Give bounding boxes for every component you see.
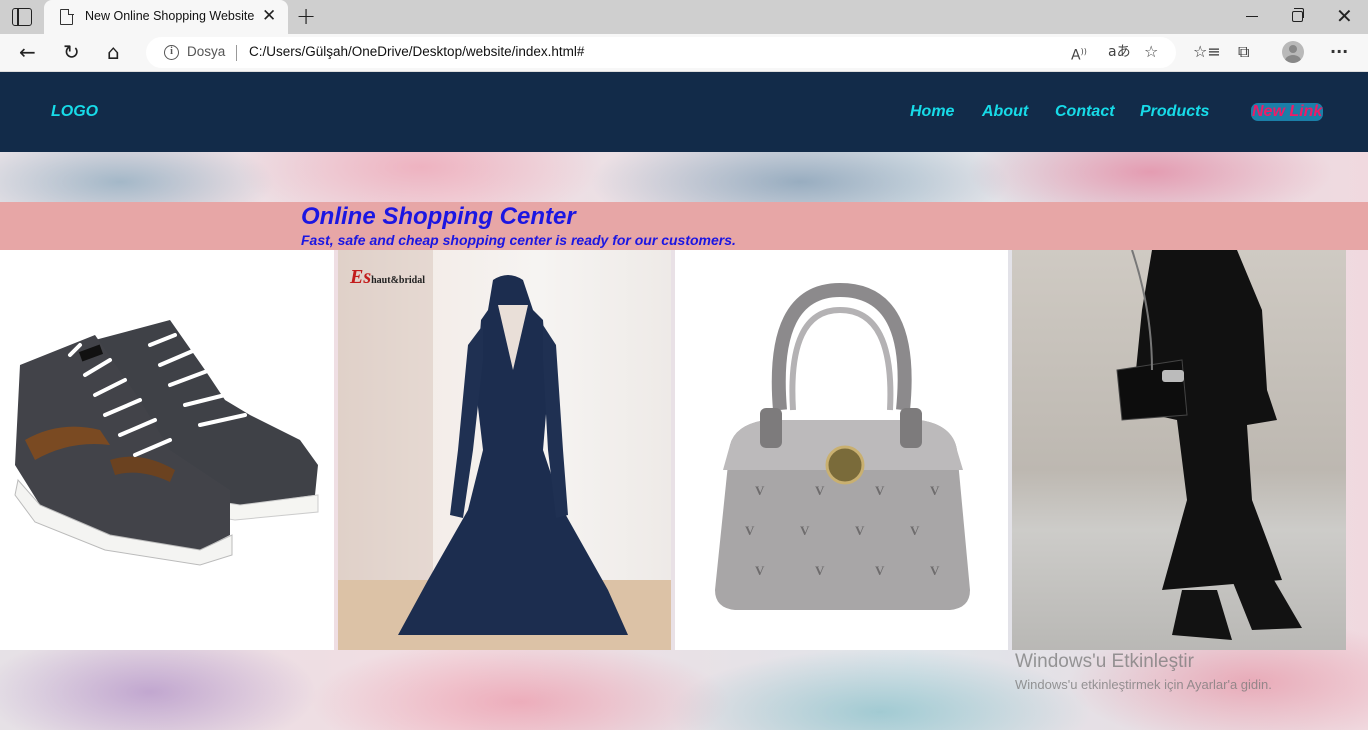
site-logo[interactable]: LOGO <box>51 103 98 121</box>
svg-text:V: V <box>755 483 765 498</box>
collections-icon[interactable]: ⧉ <box>1238 42 1249 62</box>
product-image-outfit[interactable] <box>1012 250 1346 650</box>
tab-actions-icon[interactable] <box>12 8 32 26</box>
svg-text:V: V <box>875 563 885 578</box>
product-image-handbag[interactable]: V V V V V V V V V V V V <box>675 250 1008 650</box>
svg-text:V: V <box>755 563 765 578</box>
address-separator <box>236 45 237 61</box>
product-gallery: Eshaut&bridal V V V V V V V V V V V V <box>0 250 1346 650</box>
nav-new-link[interactable]: New Link <box>1251 103 1324 121</box>
nav-home-link[interactable]: Home <box>910 103 954 121</box>
url-text[interactable]: C:/Users/Gülşah/OneDrive/Desktop/website… <box>249 44 584 59</box>
banner-subtitle: Fast, safe and cheap shopping center is … <box>301 232 736 248</box>
banner-title: Online Shopping Center <box>301 203 576 230</box>
svg-text:V: V <box>910 523 920 538</box>
address-bar[interactable]: i Dosya C:/Users/Gülşah/OneDrive/Desktop… <box>146 37 1176 68</box>
home-icon[interactable]: ⌂ <box>107 39 120 65</box>
more-icon[interactable]: ··· <box>1330 42 1348 62</box>
activation-subtitle: Windows'u etkinleştirmek için Ayarlar'a … <box>1015 677 1272 692</box>
restore-icon[interactable] <box>1292 8 1304 22</box>
page-favicon-icon <box>60 8 74 25</box>
svg-text:V: V <box>745 523 755 538</box>
add-favorite-icon[interactable]: ☆ <box>1144 43 1158 61</box>
address-toolbar: ← ↻ ⌂ i Dosya C:/Users/Gülşah/OneDrive/D… <box>0 34 1368 72</box>
svg-text:V: V <box>815 483 825 498</box>
outfit-illustration <box>1116 250 1302 640</box>
browser-tab[interactable]: New Online Shopping Website ✕ <box>44 0 288 34</box>
nav-products-link[interactable]: Products <box>1140 103 1209 121</box>
activation-title: Windows'u Etkinleştir <box>1015 651 1194 672</box>
site-navbar: LOGO Home About Contact Products New Lin… <box>0 72 1368 152</box>
tab-strip: New Online Shopping Website ✕ + ✕ <box>0 0 1368 34</box>
sneakers-illustration <box>14 320 319 566</box>
svg-text:V: V <box>815 563 825 578</box>
browser-window: New Online Shopping Website ✕ + ✕ ← ↻ ⌂ … <box>0 0 1368 730</box>
back-icon[interactable]: ← <box>19 39 36 65</box>
tab-title: New Online Shopping Website <box>85 9 255 23</box>
product-image-sneakers[interactable] <box>0 250 334 650</box>
read-aloud-icon[interactable]: A)) <box>1071 43 1087 65</box>
profile-avatar[interactable] <box>1282 41 1304 63</box>
info-icon[interactable]: i <box>164 45 179 60</box>
handbag-illustration: V V V V V V V V V V V V <box>715 282 970 610</box>
nav-about-link[interactable]: About <box>982 103 1028 121</box>
refresh-icon[interactable]: ↻ <box>63 39 80 65</box>
product-image-dress[interactable]: Eshaut&bridal <box>338 250 671 650</box>
svg-text:V: V <box>930 483 940 498</box>
new-tab-icon[interactable]: + <box>296 3 316 29</box>
hero-banner: Online Shopping Center Fast, safe and ch… <box>0 202 1368 250</box>
close-window-icon[interactable]: ✕ <box>1336 4 1353 28</box>
minimize-icon[interactable] <box>1246 16 1258 18</box>
svg-text:V: V <box>855 523 865 538</box>
windows-activation-watermark: Windows'u Etkinleştir Windows'u etkinleş… <box>1015 651 1272 692</box>
svg-text:V: V <box>875 483 885 498</box>
web-page: LOGO Home About Contact Products New Lin… <box>0 72 1368 730</box>
close-tab-icon[interactable]: ✕ <box>262 6 276 26</box>
site-info-label: Dosya <box>187 44 226 59</box>
nav-contact-link[interactable]: Contact <box>1055 103 1115 121</box>
svg-text:V: V <box>930 563 940 578</box>
dress-brand-logo: Eshaut&bridal <box>350 266 426 288</box>
translate-icon[interactable]: aあ <box>1108 43 1131 61</box>
dress-illustration <box>338 250 671 650</box>
favorites-icon[interactable]: ☆≡ <box>1193 42 1221 62</box>
svg-text:V: V <box>800 523 810 538</box>
